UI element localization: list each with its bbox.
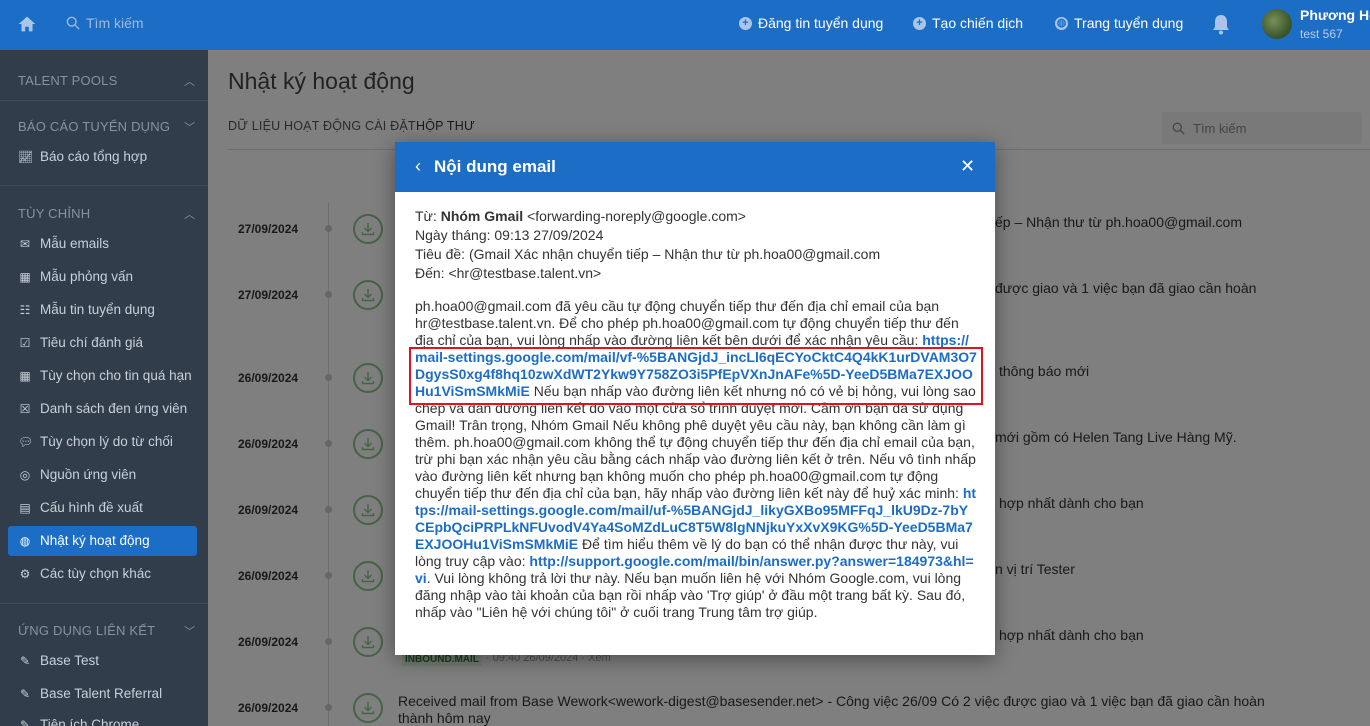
- chevron-left-icon[interactable]: ‹: [415, 156, 421, 177]
- sidebar-item-label: Nhật ký hoạt động: [40, 533, 150, 548]
- sidebar-item-evaluation-criteria[interactable]: ☑ Tiêu chí đánh giá: [18, 335, 143, 350]
- sidebar-item-proposal-config[interactable]: ▤ Cấu hình đề xuất: [18, 500, 143, 515]
- sidebar-item-label: Cấu hình đề xuất: [40, 500, 143, 515]
- section-linked-apps[interactable]: ỨNG DỤNG LIÊN KẾT: [18, 623, 155, 638]
- post-job-link[interactable]: + Đăng tin tuyển dụng: [739, 15, 883, 31]
- plus-circle-icon: +: [913, 16, 926, 30]
- from-line: Từ: Nhóm Gmail <forwarding-noreply@googl…: [415, 208, 977, 225]
- avatar[interactable]: [1262, 9, 1292, 39]
- top-search-placeholder: Tìm kiếm: [86, 15, 144, 31]
- top-bar: Tìm kiếm + Đăng tin tuyển dụng + Tạo chiến…: [0, 0, 1370, 50]
- sidebar-item-chrome-extension[interactable]: ✎ Tiện ích Chrome: [18, 717, 139, 726]
- divider: [0, 603, 208, 604]
- gear-icon: ⚙: [19, 566, 31, 581]
- search-icon: [66, 16, 80, 30]
- section-customize[interactable]: TÙY CHỈNH: [18, 206, 90, 221]
- sidebar-item-label: Base Talent Referral: [40, 686, 163, 701]
- document-icon: ▤: [19, 500, 31, 515]
- globe-icon: ◍: [1055, 16, 1068, 30]
- sidebar-item-activity-log[interactable]: ◍ Nhật ký hoạt động: [18, 533, 150, 548]
- post-job-label: Đăng tin tuyển dụng: [758, 15, 884, 31]
- divider: [0, 100, 208, 101]
- email-paragraph: ph.hoa00@gmail.com đã yêu cầu tự động ch…: [415, 298, 977, 621]
- sidebar-item-summary-report[interactable]: 📈︎ Báo cáo tổng hợp: [18, 149, 147, 164]
- from-email: <forwarding-noreply@google.com>: [523, 208, 746, 224]
- sidebar-item-rejection-reasons[interactable]: 💬︎ Tùy chọn lý do từ chối: [18, 434, 173, 449]
- chat-icon: 💬︎: [18, 434, 34, 449]
- chevron-up-icon[interactable]: ︿: [184, 73, 195, 89]
- modal-header: ‹ Nội dung email ✕: [395, 142, 995, 192]
- sidebar-item-base-test[interactable]: ✎ Base Test: [18, 653, 99, 668]
- chart-icon: 📈︎: [18, 149, 34, 164]
- to-line: Đến: <hr@testbase.talent.vn>: [415, 265, 602, 281]
- email-text: . Vui lòng không trả lời thư này. Nếu bạ…: [415, 570, 966, 620]
- subject-line: Tiêu đề: (Gmail Xác nhận chuyển tiếp – N…: [415, 246, 881, 262]
- user-subtitle: test 567: [1300, 27, 1343, 41]
- sidebar-item-label: Báo cáo tổng hợp: [40, 149, 148, 164]
- from-name: Nhóm Gmail: [440, 208, 524, 224]
- sidebar-item-label: Base Test: [40, 653, 100, 668]
- email-text: Nếu bạn nhấp vào đường liên kết nhưng nó…: [415, 383, 976, 501]
- sidebar-item-label: Nguồn ứng viên: [40, 467, 137, 482]
- modal-title: Nội dung email: [434, 157, 556, 176]
- email-text: ph.hoa00@gmail.com đã yêu cầu tự động ch…: [415, 298, 959, 348]
- create-campaign-label: Tạo chiến dịch: [932, 15, 1024, 31]
- home-icon[interactable]: [16, 13, 38, 35]
- calendar-icon: ▦: [19, 269, 31, 284]
- sidebar-item-label: Tiêu chí đánh giá: [40, 335, 144, 350]
- x-square-icon: ☒: [19, 401, 31, 416]
- sidebar-item-email-templates[interactable]: ✉ Mẫu emails: [18, 236, 109, 251]
- sidebar-item-candidate-blacklist[interactable]: ☒ Danh sách đen ứng viên: [18, 401, 188, 416]
- career-page-link[interactable]: ◍ Trang tuyển dụng: [1055, 15, 1183, 31]
- sidebar-item-label: Danh sách đen ứng viên: [40, 401, 188, 416]
- chevron-down-icon[interactable]: ﹀: [184, 623, 195, 639]
- plus-circle-icon: +: [739, 16, 752, 30]
- grid-icon: ☷: [19, 302, 31, 317]
- sidebar-item-label: Tùy chọn cho tin quá hạn: [40, 368, 192, 383]
- sidebar-item-label: Các tùy chọn khác: [40, 566, 152, 581]
- edit-icon: ✎: [19, 686, 31, 701]
- sidebar-item-interview-templates[interactable]: ▦ Mẫu phỏng vấn: [18, 269, 133, 284]
- sidebar-item-label: Mẫu emails: [40, 236, 110, 251]
- career-page-label: Trang tuyển dụng: [1074, 15, 1184, 31]
- divider: [0, 185, 208, 186]
- user-name[interactable]: Phương Ho: [1300, 7, 1370, 23]
- chevron-up-icon[interactable]: ︿: [184, 206, 195, 222]
- top-search[interactable]: Tìm kiếm: [66, 15, 144, 31]
- envelope-icon: ✉: [19, 236, 31, 251]
- sidebar-item-other-options[interactable]: ⚙ Các tùy chọn khác: [18, 566, 151, 581]
- edit-icon: ✎: [19, 717, 31, 726]
- sidebar-item-label: Tiện ích Chrome: [40, 717, 140, 726]
- globe-icon: ◍: [19, 533, 31, 548]
- chevron-down-icon[interactable]: ﹀: [184, 119, 195, 135]
- sidebar-item-expired-job-options[interactable]: ▦ Tùy chọn cho tin quá hạn: [18, 368, 192, 383]
- sidebar-item-candidate-sources[interactable]: ◎ Nguồn ứng viên: [18, 467, 136, 482]
- edit-icon: ✎: [19, 653, 31, 668]
- create-campaign-link[interactable]: + Tạo chiến dịch: [913, 15, 1023, 31]
- sidebar-item-label: Tùy chọn lý do từ chối: [40, 434, 173, 449]
- from-label: Từ:: [415, 208, 441, 224]
- bell-icon[interactable]: [1211, 13, 1231, 35]
- sidebar-item-talent-referral[interactable]: ✎ Base Talent Referral: [18, 686, 162, 701]
- close-icon[interactable]: ✕: [960, 156, 975, 177]
- sidebar: TALENT POOLS ︿ BÁO CÁO TUYỂN DỤNG ﹀ 📈︎ Bá…: [0, 50, 208, 726]
- checkbox-icon: ☑: [19, 335, 31, 350]
- email-body: Từ: Nhóm Gmail <forwarding-noreply@googl…: [415, 208, 977, 621]
- sidebar-item-label: Mẫu phỏng vấn: [40, 269, 134, 284]
- sidebar-item-job-templates[interactable]: ☷ Mẫu tin tuyển dụng: [18, 302, 155, 317]
- calendar-icon: ▦: [19, 368, 31, 383]
- date-line: Ngày tháng: 09:13 27/09/2024: [415, 227, 604, 243]
- section-recruiting-report[interactable]: BÁO CÁO TUYỂN DỤNG: [18, 119, 170, 134]
- target-icon: ◎: [19, 467, 31, 482]
- email-content-modal: ‹ Nội dung email ✕ Từ: Nhóm Gmail <forwa…: [395, 142, 995, 655]
- sidebar-item-label: Mẫu tin tuyển dụng: [40, 302, 155, 317]
- section-talent-pools[interactable]: TALENT POOLS: [18, 73, 117, 88]
